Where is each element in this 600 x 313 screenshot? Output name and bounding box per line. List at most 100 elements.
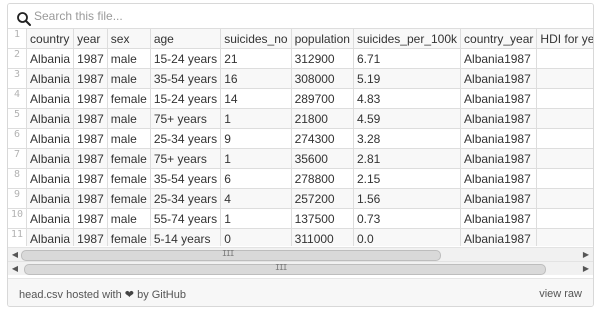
table-cell: 1 xyxy=(220,108,292,129)
table-header-row: 1 country year sex age suicides_no population s… xyxy=(8,28,593,49)
table-cell: 1 xyxy=(220,148,292,169)
table-cell xyxy=(536,168,593,189)
table-cell: Albania xyxy=(26,168,75,189)
table-cell: 4.59 xyxy=(352,108,462,129)
table-cell: male xyxy=(106,128,151,149)
table-cell: female xyxy=(106,88,151,109)
scroll-left-arrow-icon[interactable]: ◀ xyxy=(10,250,20,259)
table-cell: 0.0 xyxy=(352,228,462,246)
table-cell: female xyxy=(106,188,151,209)
scrollbar-thumb[interactable]: III xyxy=(21,249,441,261)
line-number[interactable]: 1 xyxy=(8,28,28,49)
table-cell: 289700 xyxy=(290,88,354,109)
column-header: country_year xyxy=(460,28,538,49)
table-cell: 21 xyxy=(220,48,292,69)
column-header: suicides_no xyxy=(220,28,292,49)
view-raw-link[interactable]: view raw xyxy=(539,288,582,300)
scrollbar-thumb[interactable]: III xyxy=(24,263,546,275)
line-number[interactable]: 5 xyxy=(8,108,28,129)
table-cell: 14 xyxy=(220,88,292,109)
table-row: 7 Albania 1987 female 75+ years 1 35600 2.81 Alb… xyxy=(8,148,593,169)
table-cell: Albania1987 xyxy=(460,188,538,209)
table-cell: 1987 xyxy=(73,108,108,129)
table-cell xyxy=(536,88,593,109)
scroll-right-arrow-icon[interactable]: ▶ xyxy=(581,250,591,259)
table-cell: 35600 xyxy=(290,148,354,169)
table-cell: Albania xyxy=(26,108,75,129)
table-cell: male xyxy=(106,48,151,69)
line-number[interactable]: 8 xyxy=(8,168,28,189)
column-header: HDI for year xyxy=(536,28,593,49)
table-cell: Albania xyxy=(26,48,75,69)
horizontal-scrollbar-inner[interactable]: ◀ III ▶ xyxy=(8,247,593,261)
table-cell: 0 xyxy=(220,228,292,246)
table-cell: 0.73 xyxy=(352,208,462,229)
line-number[interactable]: 9 xyxy=(8,188,28,209)
table-cell: 3.28 xyxy=(352,128,462,149)
column-header: suicides_per_100k xyxy=(352,28,462,49)
table-cell: 35-54 years xyxy=(149,168,222,189)
line-number[interactable]: 3 xyxy=(8,68,28,89)
table-cell: 2.81 xyxy=(352,148,462,169)
table-cell: 15-24 years xyxy=(149,88,222,109)
column-header: age xyxy=(149,28,222,49)
column-header: country xyxy=(26,28,75,49)
table-cell: 4 xyxy=(220,188,292,209)
search-icon xyxy=(17,12,31,26)
table-cell: 1987 xyxy=(73,148,108,169)
table-cell: 137500 xyxy=(290,208,354,229)
table-cell: 1987 xyxy=(73,68,108,89)
horizontal-scrollbar-outer[interactable]: ◀ III ▶ xyxy=(8,261,593,275)
scroll-left-arrow-icon[interactable]: ◀ xyxy=(10,264,20,273)
table-cell: Albania xyxy=(26,128,75,149)
table-cell: female xyxy=(106,168,151,189)
gist-footer: head.csv hosted with ❤ by GitHub view ra… xyxy=(8,278,593,306)
search-input[interactable] xyxy=(34,7,574,25)
table-cell xyxy=(536,208,593,229)
table-cell xyxy=(536,228,593,246)
table-cell: Albania1987 xyxy=(460,228,538,246)
table-cell: Albania1987 xyxy=(460,208,538,229)
table-cell: 5.19 xyxy=(352,68,462,89)
table-cell: 75+ years xyxy=(149,148,222,169)
table-cell: 1987 xyxy=(73,128,108,149)
file-link[interactable]: head.csv hosted with xyxy=(19,289,122,301)
table-cell: 274300 xyxy=(290,128,354,149)
scroll-right-arrow-icon[interactable]: ▶ xyxy=(581,264,591,273)
scrollbar-grip-icon: III xyxy=(275,263,287,272)
table-cell: 4.83 xyxy=(352,88,462,109)
table-cell: Albania1987 xyxy=(460,68,538,89)
table-cell: 257200 xyxy=(290,188,354,209)
table-row: 6 Albania 1987 male 25-34 years 9 274300 3.28 Al… xyxy=(8,128,593,149)
line-number[interactable]: 6 xyxy=(8,128,28,149)
gist-embed: 1countryyearsexagesuicides_nopopulations… xyxy=(7,3,594,307)
line-number[interactable]: 7 xyxy=(8,148,28,169)
table-cell: Albania1987 xyxy=(460,168,538,189)
table-cell: 1987 xyxy=(73,88,108,109)
table-cell: 1987 xyxy=(73,208,108,229)
table-cell: Albania xyxy=(26,208,75,229)
line-number[interactable]: 2 xyxy=(8,48,28,69)
line-number[interactable]: 4 xyxy=(8,88,28,109)
table-row: 5 Albania 1987 male 75+ years 1 21800 4.59 Alban… xyxy=(8,108,593,129)
column-header: population xyxy=(290,28,354,49)
table-cell: 16 xyxy=(220,68,292,89)
line-number[interactable]: 11 xyxy=(8,228,28,246)
table-cell: 1 xyxy=(220,208,292,229)
heart-icon: ❤ xyxy=(124,289,135,301)
table-cell: 278800 xyxy=(290,168,354,189)
github-link[interactable]: by GitHub xyxy=(137,289,186,301)
table-cell: female xyxy=(106,148,151,169)
table-cell: 1.56 xyxy=(352,188,462,209)
line-number[interactable]: 10 xyxy=(8,208,28,229)
search-bar xyxy=(8,4,593,27)
table-cell: female xyxy=(106,228,151,246)
table-cell: 1987 xyxy=(73,188,108,209)
table-cell xyxy=(536,148,593,169)
column-header: year xyxy=(73,28,108,49)
csv-table-viewport: 1 country year sex age suicides_no population s… xyxy=(8,28,593,246)
table-cell xyxy=(536,68,593,89)
table-cell: Albania1987 xyxy=(460,128,538,149)
table-cell: 5-14 years xyxy=(149,228,222,246)
table-cell xyxy=(536,188,593,209)
